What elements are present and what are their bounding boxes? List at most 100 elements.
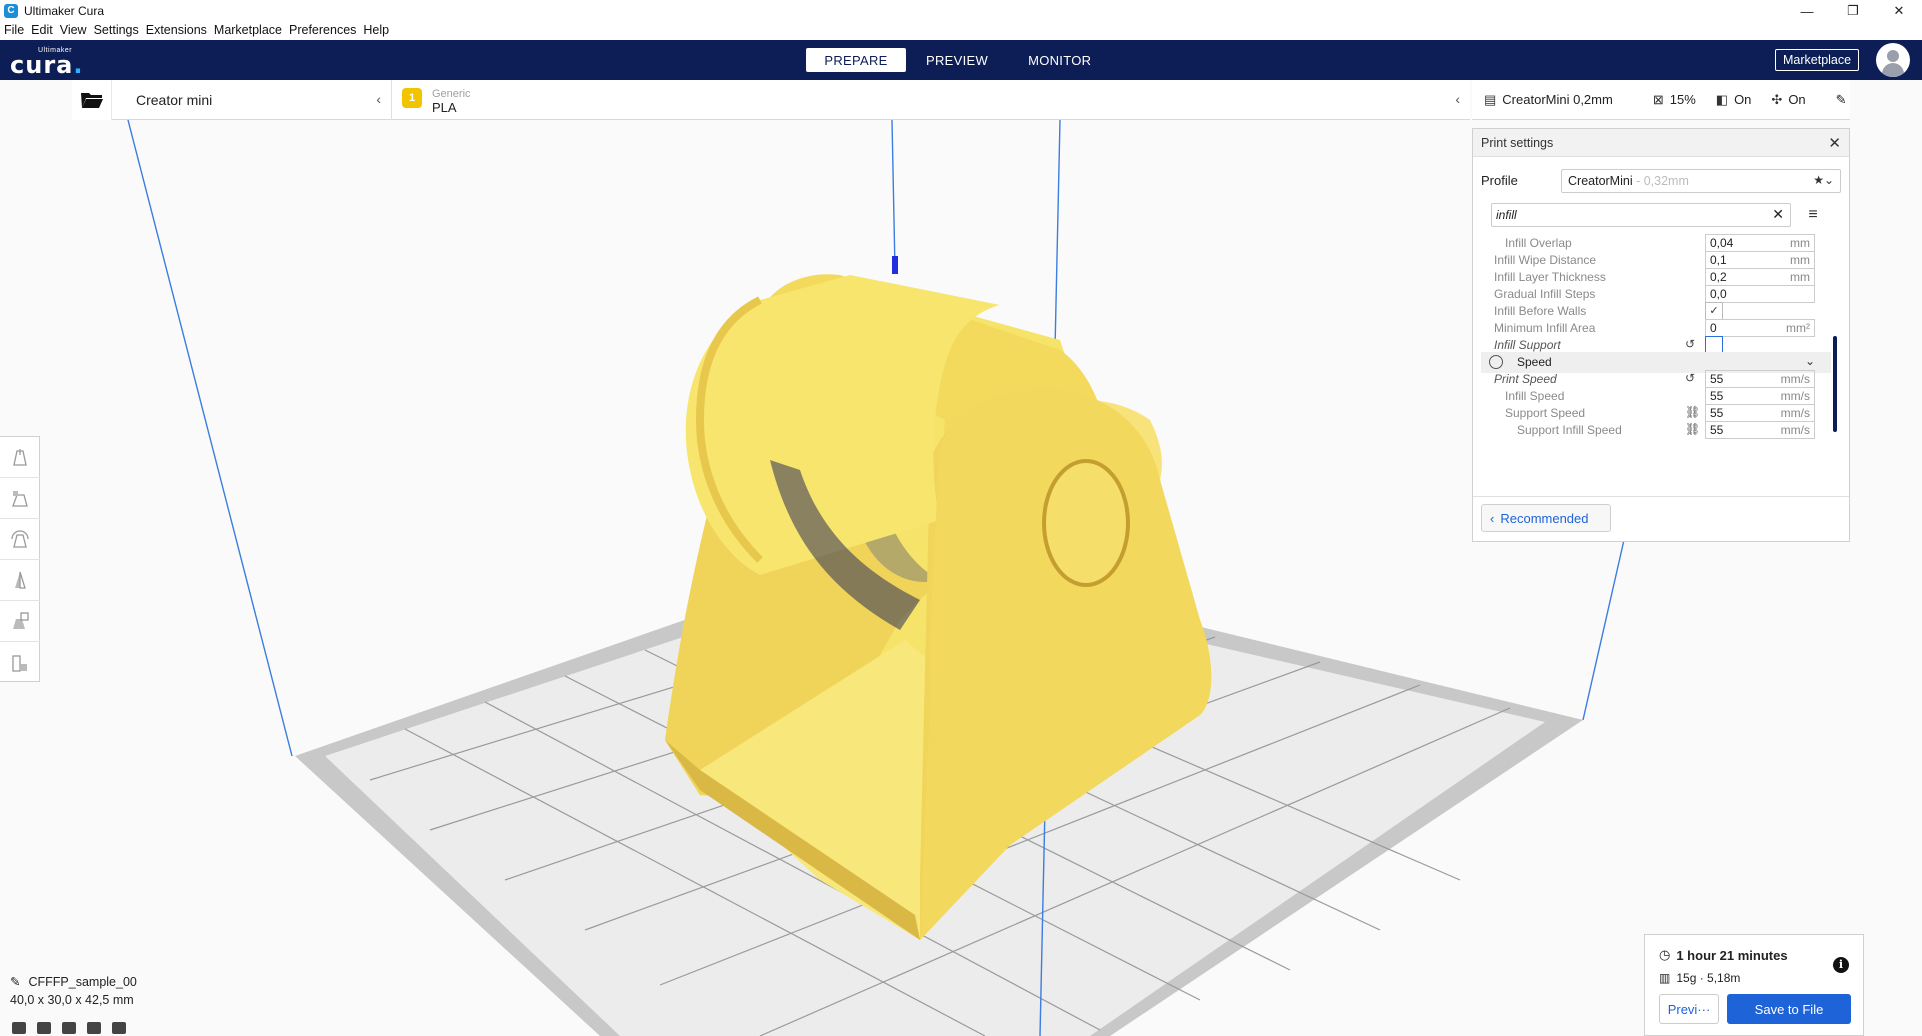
settings-list[interactable]: Infill Overlap 0,04 mm Infill Wipe Distan… bbox=[1481, 233, 1831, 493]
cura-app-icon: C bbox=[4, 4, 18, 18]
rotate-icon bbox=[11, 530, 29, 548]
settings-search-input[interactable]: infill ✕ bbox=[1491, 203, 1791, 227]
profile-summary-label: CreatorMini 0,2mm bbox=[1502, 92, 1613, 107]
setting-label: Infill Overlap bbox=[1505, 236, 1572, 250]
menu-settings[interactable]: Settings bbox=[94, 23, 139, 37]
menu-preferences[interactable]: Preferences bbox=[289, 23, 356, 37]
tab-monitor[interactable]: MONITOR bbox=[1008, 48, 1111, 72]
setting-unit: mm/s bbox=[1780, 389, 1810, 403]
preview-button[interactable]: Previ··· bbox=[1659, 994, 1719, 1024]
link-icon: ⛓ bbox=[1685, 405, 1701, 419]
material-selector[interactable]: 1 Generic PLA ‹ bbox=[402, 80, 1470, 120]
setting-unit: mm bbox=[1790, 253, 1810, 267]
infill-summary: ⊠ 15% bbox=[1653, 92, 1696, 108]
extruder-badge-icon: 1 bbox=[402, 88, 422, 108]
object-name-row: ✎ CFFFP_sample_00 bbox=[10, 974, 137, 990]
restore-button[interactable]: ❐ bbox=[1830, 0, 1876, 22]
open-file-button[interactable] bbox=[72, 80, 112, 120]
stage-tabs: PREPARE PREVIEW MONITOR bbox=[806, 48, 1111, 72]
folder-icon bbox=[80, 93, 103, 108]
speed-icon bbox=[1489, 355, 1503, 369]
setting-label: Minimum Infill Area bbox=[1494, 321, 1596, 335]
close-window-button[interactable]: ✕ bbox=[1876, 0, 1922, 22]
reset-icon[interactable]: ↺ bbox=[1685, 337, 1695, 351]
star-chevron-down-icon: ★⌄ bbox=[1813, 173, 1834, 187]
printer-selector[interactable]: Creator mini ‹ bbox=[122, 80, 392, 120]
setting-input[interactable]: 55 mm/s bbox=[1705, 421, 1815, 439]
print-time: 1 hour 21 minutes bbox=[1676, 947, 1788, 963]
reset-icon[interactable]: ↺ bbox=[1685, 371, 1695, 385]
output-panel: ◷ 1 hour 21 minutes ▥ 15g · 5,18m i Prev… bbox=[1644, 934, 1864, 1036]
logo-text: cura. bbox=[10, 51, 83, 79]
menu-view[interactable]: View bbox=[60, 23, 87, 37]
setting-label: Gradual Infill Steps bbox=[1494, 287, 1596, 301]
view-left-icon[interactable] bbox=[87, 1022, 101, 1034]
clock-icon: ◷ bbox=[1659, 947, 1671, 962]
support-blocker-button[interactable] bbox=[0, 642, 40, 683]
view-top-icon[interactable] bbox=[62, 1022, 76, 1034]
support-blocker-icon bbox=[12, 654, 27, 672]
profile-value: CreatorMini bbox=[1568, 174, 1633, 188]
pencil-icon[interactable]: ✎ bbox=[10, 974, 20, 989]
rotate-tool-button[interactable] bbox=[0, 519, 40, 560]
recommended-label: Recommended bbox=[1500, 510, 1589, 526]
logo-word: cura bbox=[10, 51, 74, 79]
view-right-icon[interactable] bbox=[112, 1022, 126, 1034]
menu-file[interactable]: File bbox=[4, 23, 24, 37]
profile-suffix: - 0,32mm bbox=[1632, 174, 1689, 188]
scale-tool-button[interactable] bbox=[0, 478, 40, 519]
account-avatar-icon[interactable] bbox=[1876, 43, 1910, 77]
material-brand: Generic bbox=[432, 88, 471, 100]
window-title: Ultimaker Cura bbox=[24, 4, 105, 18]
setting-value: 0,2 bbox=[1710, 270, 1727, 284]
search-value: infill bbox=[1496, 208, 1517, 222]
material-name: PLA bbox=[432, 100, 457, 115]
tab-preview[interactable]: PREVIEW bbox=[906, 48, 1008, 72]
panel-divider bbox=[1473, 496, 1849, 497]
view-3d-icon[interactable] bbox=[12, 1022, 26, 1034]
tool-panel bbox=[0, 436, 40, 682]
material-usage-row: ▥ 15g · 5,18m bbox=[1659, 971, 1740, 985]
print-setup-selector[interactable]: ▤ CreatorMini 0,2mm ⊠ 15% ◧ On ✣ On ✎ bbox=[1472, 80, 1850, 120]
move-icon bbox=[13, 449, 27, 466]
axis-marker bbox=[892, 256, 898, 274]
object-info: ✎ CFFFP_sample_00 40,0 x 30,0 x 42,5 mm bbox=[10, 974, 137, 1008]
recommended-button[interactable]: ‹ Recommended bbox=[1481, 504, 1611, 532]
profile-icon: ▤ bbox=[1484, 91, 1497, 107]
print-settings-header: Print settings ✕ bbox=[1473, 129, 1849, 157]
marketplace-button[interactable]: Marketplace bbox=[1775, 49, 1860, 71]
setting-label: Print Speed bbox=[1494, 372, 1557, 386]
logo-dot: . bbox=[73, 51, 84, 79]
clear-search-icon[interactable]: ✕ bbox=[1772, 206, 1784, 223]
support-summary: ◧ On bbox=[1716, 92, 1752, 108]
menu-marketplace[interactable]: Marketplace bbox=[214, 23, 282, 37]
setting-unit: mm/s bbox=[1780, 406, 1810, 420]
settings-scrollbar[interactable] bbox=[1833, 336, 1837, 432]
pencil-icon[interactable]: ✎ bbox=[1836, 92, 1847, 108]
setting-value: 0,04 bbox=[1710, 236, 1734, 250]
object-name: CFFFP_sample_00 bbox=[28, 974, 137, 989]
profile-dropdown[interactable]: CreatorMini - 0,32mm ★⌄ bbox=[1561, 169, 1841, 193]
chevron-left-icon: ‹ bbox=[1490, 510, 1495, 526]
setting-row: Support Infill Speed ⛓ 55 mm/s bbox=[1481, 420, 1831, 441]
move-tool-button[interactable] bbox=[0, 437, 40, 478]
setting-label: Infill Before Walls bbox=[1494, 304, 1587, 318]
close-icon[interactable]: ✕ bbox=[1828, 134, 1841, 152]
camera-view-buttons bbox=[12, 1022, 137, 1034]
setting-label: Infill Layer Thickness bbox=[1494, 270, 1606, 284]
tab-prepare[interactable]: PREPARE bbox=[806, 48, 906, 72]
info-icon[interactable]: i bbox=[1833, 957, 1849, 973]
save-to-file-button[interactable]: Save to File bbox=[1727, 994, 1851, 1024]
menu-help[interactable]: Help bbox=[363, 23, 389, 37]
view-front-icon[interactable] bbox=[37, 1022, 51, 1034]
setting-label: Infill Support bbox=[1494, 338, 1561, 352]
minimize-button[interactable]: — bbox=[1784, 0, 1830, 22]
settings-visibility-menu-icon[interactable]: ≡ bbox=[1803, 203, 1823, 227]
menu-edit[interactable]: Edit bbox=[31, 23, 53, 37]
setting-label: Infill Wipe Distance bbox=[1494, 253, 1597, 267]
menu-extensions[interactable]: Extensions bbox=[146, 23, 207, 37]
mirror-tool-button[interactable] bbox=[0, 560, 40, 601]
setting-value: 55 bbox=[1710, 406, 1724, 420]
infill-icon: ⊠ bbox=[1652, 91, 1664, 107]
per-model-settings-button[interactable] bbox=[0, 601, 40, 642]
